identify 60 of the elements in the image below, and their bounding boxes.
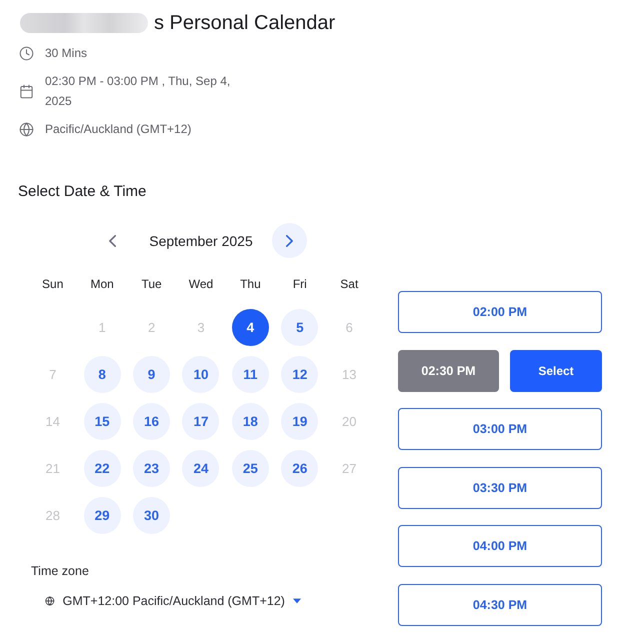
time-slot-button[interactable]: 03:00 PM	[398, 408, 602, 450]
calendar-day[interactable]: 22	[84, 450, 121, 487]
calendar-day[interactable]: 5	[281, 309, 318, 346]
unavailable-day: 27	[342, 461, 356, 476]
calendar-day[interactable]: 10	[182, 356, 220, 393]
calendar-day[interactable]: 16	[133, 403, 170, 440]
unavailable-day: 28	[45, 508, 60, 523]
globe-icon	[45, 595, 55, 607]
unavailable-day: 6	[346, 320, 353, 335]
unavailable-day: 3	[197, 320, 205, 335]
next-month-button[interactable]	[272, 223, 307, 258]
time-slot-button[interactable]: 02:00 PM	[398, 291, 602, 333]
calendar-day[interactable]: 12	[281, 356, 318, 393]
calendar-day[interactable]: 24	[182, 450, 220, 487]
calendar-day[interactable]: 18	[232, 403, 269, 440]
unavailable-day: 20	[342, 414, 356, 429]
clock-icon	[19, 46, 34, 60]
chevron-left-icon	[109, 234, 116, 246]
calendar-day[interactable]: 17	[182, 403, 220, 440]
unavailable-day: 13	[342, 367, 356, 382]
unavailable-day: 1	[98, 320, 106, 335]
calendar-day[interactable]: 9	[133, 356, 170, 393]
weekday-label: Wed	[188, 277, 214, 291]
calendar-day[interactable]: 19	[281, 403, 318, 440]
calendar-day[interactable]: 8	[84, 356, 121, 393]
select-button[interactable]: Select	[510, 350, 602, 392]
date-time-text: 02:30 PM - 03:00 PM , Thu, Sep 4, 2025	[45, 73, 232, 110]
duration-text: 30 Mins	[45, 45, 88, 62]
weekday-label: Tue	[141, 277, 162, 291]
time-slot-button[interactable]: 04:30 PM	[398, 584, 602, 626]
timezone-label: Time zone	[31, 563, 89, 580]
calendar-day[interactable]: 11	[232, 356, 269, 393]
weekday-label: Fri	[292, 277, 307, 291]
selected-day[interactable]: 4	[232, 309, 269, 346]
calendar-day[interactable]: 15	[84, 403, 121, 440]
timezone-text: Pacific/Auckland (GMT+12)	[45, 121, 192, 138]
unavailable-day: 2	[148, 320, 156, 335]
weekday-label: Sun	[42, 277, 64, 291]
time-slot-button[interactable]: 04:00 PM	[398, 525, 602, 567]
month-label: September 2025	[149, 232, 253, 248]
weekday-label: Sat	[340, 277, 358, 291]
globe-icon	[19, 122, 34, 136]
section-title: Select Date & Time	[18, 182, 146, 202]
calendar-day[interactable]: 26	[281, 450, 318, 487]
time-slot-button[interactable]: 02:30 PM	[398, 350, 499, 392]
timezone-dropdown[interactable]: GMT+12:00 Pacific/Auckland (GMT+12)	[45, 587, 301, 615]
calendar-day[interactable]: 23	[133, 450, 170, 487]
unavailable-day: 7	[49, 367, 56, 382]
time-slot-button[interactable]: 03:30 PM	[398, 466, 602, 508]
calendar-icon	[19, 84, 34, 98]
calendar-day[interactable]: 30	[133, 497, 170, 534]
caret-icon	[292, 598, 301, 604]
weekday-label: Mon	[90, 277, 114, 291]
unavailable-day: 14	[45, 414, 60, 429]
chevron-right-icon	[286, 234, 293, 246]
weekday-label: Thu	[240, 277, 261, 291]
calendar-day[interactable]: 25	[232, 450, 269, 487]
unavailable-day: 21	[45, 461, 60, 476]
calendar-title: s Personal Calendar	[154, 12, 336, 34]
calendar-day[interactable]: 29	[84, 497, 121, 534]
